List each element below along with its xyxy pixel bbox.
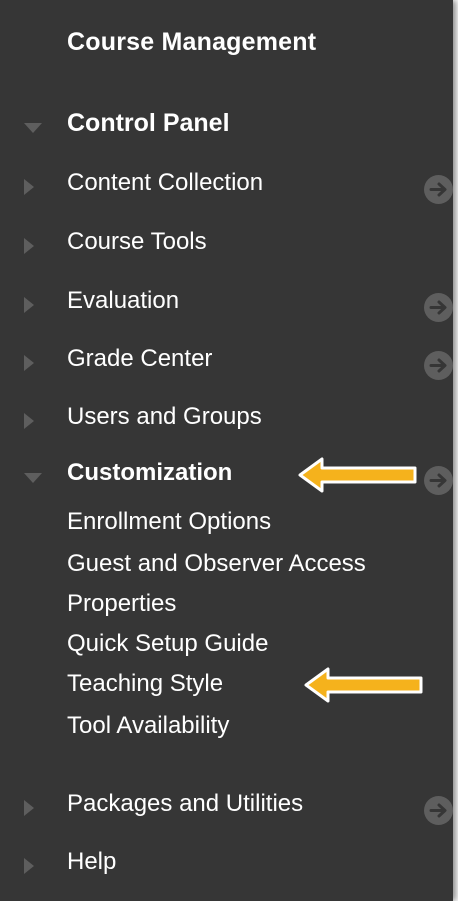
expand-triangle-icon[interactable]: [24, 858, 34, 874]
expand-triangle-icon[interactable]: [24, 413, 34, 429]
submenu-item-tool-availability[interactable]: Tool Availability: [67, 712, 229, 740]
expand-triangle-icon[interactable]: [24, 297, 34, 313]
menu-item-label: Content Collection: [67, 169, 264, 196]
go-arrow-icon[interactable]: [424, 293, 453, 322]
submenu-item-enrollment-options[interactable]: Enrollment Options: [67, 508, 271, 536]
control-panel-label: Control Panel: [67, 109, 230, 137]
menu-item-course-tools[interactable]: Course Tools: [0, 224, 453, 264]
menu-item-packages-and-utilities[interactable]: Packages and Utilities: [0, 786, 453, 826]
menu-item-label: Packages and Utilities: [67, 790, 304, 817]
go-arrow-icon[interactable]: [424, 351, 453, 380]
expand-triangle-icon[interactable]: [24, 238, 34, 254]
expand-triangle-icon[interactable]: [24, 355, 34, 371]
control-panel-header[interactable]: Control Panel: [0, 105, 453, 145]
menu-item-help[interactable]: Help: [0, 844, 453, 884]
collapse-triangle-icon[interactable]: [24, 473, 42, 483]
expand-triangle-icon[interactable]: [24, 800, 34, 816]
panel-title: Course Management: [67, 28, 317, 56]
submenu-item-guest-and-observer-access[interactable]: Guest and Observer Access: [67, 550, 366, 578]
menu-item-label: Users and Groups: [67, 403, 262, 430]
expand-triangle-icon[interactable]: [24, 179, 34, 195]
submenu-item-quick-setup-guide[interactable]: Quick Setup Guide: [67, 630, 268, 658]
yellow-arrow-left-icon: [298, 457, 417, 493]
menu-item-users-and-groups[interactable]: Users and Groups: [0, 399, 453, 439]
collapse-triangle-icon[interactable]: [24, 123, 42, 133]
menu-item-label: Evaluation: [67, 287, 180, 314]
menu-item-label: Grade Center: [67, 345, 213, 372]
menu-item-label: Customization: [67, 459, 233, 486]
course-management-panel: Course Management Control Panel Content …: [0, 0, 453, 901]
go-arrow-icon[interactable]: [424, 796, 453, 825]
go-arrow-icon[interactable]: [424, 466, 453, 495]
submenu-item-properties[interactable]: Properties: [67, 590, 176, 618]
yellow-arrow-left-icon: [304, 667, 423, 703]
go-arrow-icon[interactable]: [424, 175, 453, 204]
menu-item-grade-center[interactable]: Grade Center: [0, 341, 453, 381]
submenu-item-teaching-style[interactable]: Teaching Style: [67, 670, 223, 698]
menu-item-label: Course Tools: [67, 228, 207, 255]
menu-item-evaluation[interactable]: Evaluation: [0, 283, 453, 323]
menu-item-content-collection[interactable]: Content Collection: [0, 165, 453, 205]
menu-item-label: Help: [67, 848, 117, 875]
